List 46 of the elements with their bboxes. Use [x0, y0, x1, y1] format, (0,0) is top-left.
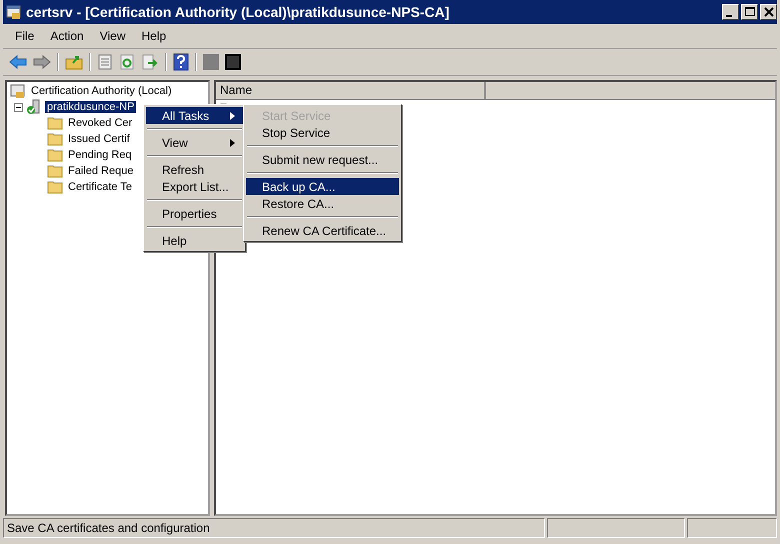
menu-item[interactable]: Export List... — [146, 178, 243, 195]
tree-item[interactable]: Revoked Cer — [66, 117, 134, 129]
tree-item[interactable]: Failed Reque — [66, 165, 136, 177]
maximize-icon — [744, 7, 754, 17]
menu-item[interactable]: File — [9, 27, 40, 45]
menu-item[interactable]: Back up CA... — [246, 178, 399, 195]
menu-item[interactable]: View — [146, 134, 243, 151]
folder-icon — [47, 132, 63, 146]
folder-up-icon[interactable] — [65, 54, 83, 70]
console-icon — [6, 4, 22, 20]
menu-item[interactable]: All Tasks — [146, 107, 243, 124]
close-icon — [764, 7, 774, 17]
menu-item[interactable]: Renew CA Certificate... — [246, 222, 399, 239]
folder-icon — [47, 180, 63, 194]
menu-item[interactable]: Restore CA... — [246, 195, 399, 212]
menu-item[interactable]: Help — [136, 27, 172, 45]
server-check-icon — [26, 99, 42, 115]
tree-item[interactable]: Certification Authority (Local) — [29, 85, 174, 97]
folder-icon — [47, 116, 63, 130]
close-button[interactable] — [760, 4, 777, 20]
forward-arrow-icon[interactable] — [33, 54, 51, 70]
collapse-toggle[interactable] — [14, 102, 23, 112]
menu-item[interactable]: View — [94, 27, 132, 45]
tree-item[interactable]: Certificate Te — [66, 181, 134, 193]
document-icon[interactable] — [97, 54, 113, 70]
menu-item[interactable]: Action — [44, 27, 90, 45]
help-icon[interactable] — [173, 53, 189, 71]
refresh-icon[interactable] — [119, 54, 135, 70]
folder-icon — [47, 148, 63, 162]
minimize-icon — [726, 14, 732, 16]
console-icon — [10, 83, 26, 99]
menu-item[interactable]: Stop Service — [246, 124, 399, 141]
menu-item[interactable]: Help — [146, 232, 243, 249]
tree-item[interactable]: Issued Certif — [66, 133, 132, 145]
export-icon[interactable] — [141, 54, 159, 70]
tree-item[interactable]: Pending Req — [66, 149, 134, 161]
window-title: certsrv - [Certification Authority (Local)\pratikdusunce-NPS-CA] — [26, 4, 450, 20]
menu-item[interactable]: Refresh — [146, 161, 243, 178]
menu-item[interactable]: Properties — [146, 205, 243, 222]
maximize-button[interactable] — [741, 4, 758, 20]
status-text: Save CA certificates and configuration — [3, 518, 545, 538]
minimize-button[interactable] — [722, 4, 739, 20]
menu-item[interactable]: Submit new request... — [246, 151, 399, 168]
back-arrow-icon[interactable] — [9, 54, 27, 70]
tree-item[interactable]: pratikdusunce-NP — [45, 101, 136, 113]
folder-icon — [47, 164, 63, 178]
